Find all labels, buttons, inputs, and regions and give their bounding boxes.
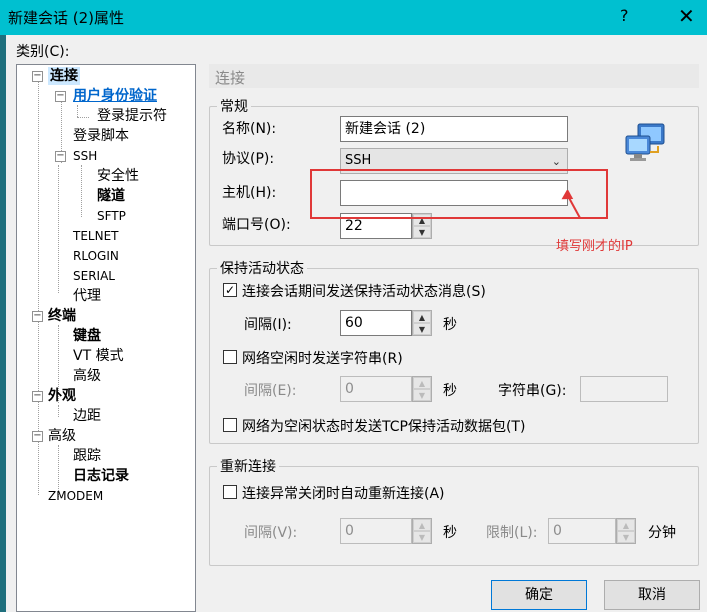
keepalive-interval-input[interactable]: 60 bbox=[340, 310, 412, 336]
window-title: 新建会话 (2)属性 bbox=[8, 9, 125, 27]
cancel-button[interactable]: 取消 bbox=[604, 580, 700, 610]
tree-item-proxy[interactable]: 代理 bbox=[73, 287, 101, 305]
tree-item-advanced-terminal[interactable]: 高级 bbox=[73, 367, 101, 385]
string-interval-unit: 秒 bbox=[443, 383, 457, 399]
tree-item-sftp[interactable]: SFTP bbox=[97, 207, 126, 225]
reconnect-limit-label: 限制(L): bbox=[486, 525, 538, 541]
keepalive-legend: 保持活动状态 bbox=[217, 258, 307, 278]
tree-item-ssh[interactable]: SSH bbox=[73, 147, 97, 165]
port-label: 端口号(O): bbox=[222, 217, 291, 233]
spin-down-icon[interactable]: ▼ bbox=[413, 226, 431, 238]
tree-item-keyboard[interactable]: 键盘 bbox=[73, 327, 101, 345]
keepalive-send-checkbox[interactable]: ✓ bbox=[223, 283, 237, 297]
protocol-label: 协议(P): bbox=[222, 151, 275, 167]
tree-item-trace[interactable]: 跟踪 bbox=[73, 447, 101, 465]
auto-reconnect-checkbox[interactable] bbox=[223, 485, 237, 499]
spin-down-icon[interactable]: ▼ bbox=[413, 531, 431, 543]
reconnect-interval-unit: 秒 bbox=[443, 525, 457, 541]
tree-item-rlogin[interactable]: RLOGIN bbox=[73, 247, 119, 265]
tree-item-log[interactable]: 日志记录 bbox=[73, 467, 129, 485]
general-legend: 常规 bbox=[217, 96, 251, 116]
spin-up-icon[interactable]: ▲ bbox=[413, 377, 431, 389]
string-interval-label: 间隔(E): bbox=[244, 383, 297, 399]
tree-item-serial[interactable]: SERIAL bbox=[73, 267, 115, 285]
tree-item-telnet[interactable]: TELNET bbox=[73, 227, 119, 245]
reconnect-interval-spinner[interactable]: ▲ ▼ bbox=[412, 518, 432, 544]
section-title: 连接 bbox=[209, 64, 699, 88]
protocol-value: SSH bbox=[345, 153, 372, 168]
name-input[interactable]: 新建会话 (2) bbox=[340, 116, 568, 142]
send-string-checkbox[interactable] bbox=[223, 350, 237, 364]
annotation-arrow-icon bbox=[560, 188, 584, 224]
close-button[interactable]: ✕ bbox=[678, 4, 695, 28]
network-computer-icon bbox=[624, 122, 668, 164]
tree-item-appearance[interactable]: 外观 bbox=[48, 387, 76, 405]
keepalive-interval-unit: 秒 bbox=[443, 317, 457, 333]
tree-item-connection[interactable]: 连接 bbox=[48, 67, 80, 85]
string-interval-input[interactable]: 0 bbox=[340, 376, 412, 402]
help-button[interactable]: ? bbox=[620, 6, 629, 25]
spin-up-icon[interactable]: ▲ bbox=[617, 519, 635, 531]
category-tree[interactable]: − 连接 − 用户身份验证 登录提示符 登录脚本 − SSH 安全性 隧道 SF… bbox=[16, 64, 196, 612]
spin-up-icon[interactable]: ▲ bbox=[413, 519, 431, 531]
reconnect-limit-unit: 分钟 bbox=[648, 525, 676, 541]
reconnect-limit-input[interactable]: 0 bbox=[548, 518, 616, 544]
category-label: 类别(C): bbox=[16, 44, 70, 60]
chevron-down-icon: ⌄ bbox=[551, 155, 561, 168]
tree-item-login-prompt[interactable]: 登录提示符 bbox=[97, 107, 167, 125]
tree-item-tunnel[interactable]: 隧道 bbox=[97, 187, 125, 205]
send-string-label: 网络空闲时发送字符串(R) bbox=[242, 351, 403, 367]
auto-reconnect-label: 连接异常关闭时自动重新连接(A) bbox=[242, 486, 445, 502]
host-label: 主机(H): bbox=[222, 185, 277, 201]
spin-up-icon[interactable]: ▲ bbox=[413, 311, 431, 323]
spin-down-icon[interactable]: ▼ bbox=[413, 323, 431, 335]
string-label: 字符串(G): bbox=[498, 383, 567, 399]
keepalive-interval-spinner[interactable]: ▲ ▼ bbox=[412, 310, 432, 336]
ok-button[interactable]: 确定 bbox=[491, 580, 587, 610]
string-input[interactable] bbox=[580, 376, 668, 402]
tree-item-security[interactable]: 安全性 bbox=[97, 167, 139, 185]
tree-item-login-script[interactable]: 登录脚本 bbox=[73, 127, 129, 145]
tree-item-terminal[interactable]: 终端 bbox=[48, 307, 76, 325]
tree-item-advanced[interactable]: 高级 bbox=[48, 427, 76, 445]
tree-item-margin[interactable]: 边距 bbox=[73, 407, 101, 425]
reconnect-interval-input[interactable]: 0 bbox=[340, 518, 412, 544]
title-bar: 新建会话 (2)属性 ? ✕ bbox=[0, 0, 707, 35]
spin-down-icon[interactable]: ▼ bbox=[617, 531, 635, 543]
annotation-text: 填写刚才的IP bbox=[556, 239, 633, 254]
tcp-keepalive-checkbox[interactable] bbox=[223, 418, 237, 432]
keepalive-send-label: 连接会话期间发送保持活动状态消息(S) bbox=[242, 284, 486, 300]
tree-item-vt-mode[interactable]: VT 模式 bbox=[73, 347, 124, 365]
tree-item-user-auth[interactable]: 用户身份验证 bbox=[73, 87, 157, 105]
name-label: 名称(N): bbox=[222, 121, 277, 137]
reconnect-group bbox=[209, 466, 699, 566]
keepalive-interval-label: 间隔(I): bbox=[244, 317, 292, 333]
reconnect-limit-spinner[interactable]: ▲ ▼ bbox=[616, 518, 636, 544]
reconnect-interval-label: 间隔(V): bbox=[244, 525, 298, 541]
reconnect-legend: 重新连接 bbox=[217, 456, 279, 476]
background-edge bbox=[0, 35, 6, 612]
tcp-keepalive-label: 网络为空闲状态时发送TCP保持活动数据包(T) bbox=[242, 419, 526, 435]
spin-down-icon[interactable]: ▼ bbox=[413, 389, 431, 401]
tree-item-zmodem[interactable]: ZMODEM bbox=[48, 487, 103, 505]
string-interval-spinner[interactable]: ▲ ▼ bbox=[412, 376, 432, 402]
